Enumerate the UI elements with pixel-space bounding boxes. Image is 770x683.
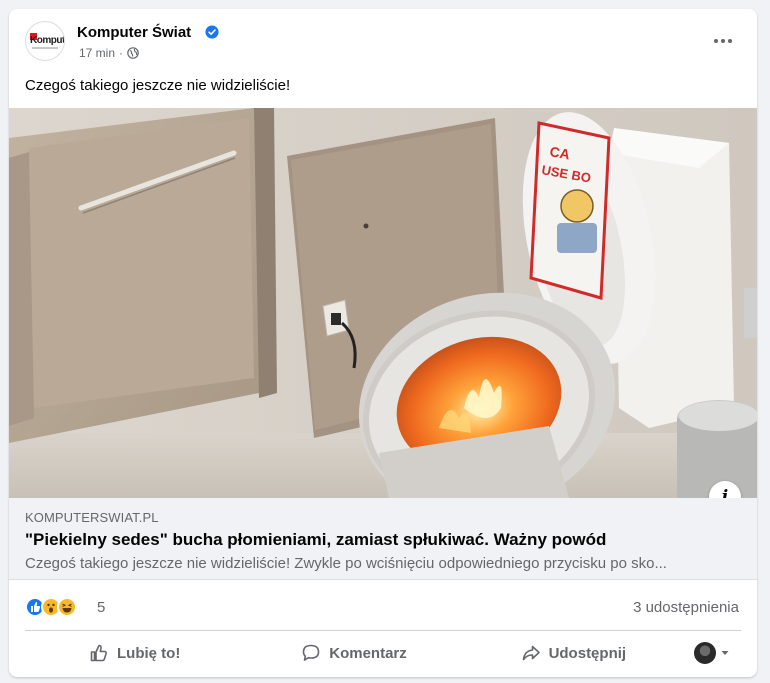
user-avatar xyxy=(693,642,716,664)
more-options-button[interactable] xyxy=(705,27,741,55)
link-description: Czegoś takiego jeszcze nie widzieliście!… xyxy=(25,555,667,572)
actions-divider xyxy=(25,630,741,631)
link-preview[interactable]: KOMPUTERSWIAT.PL "Piekielny sedes" bucha… xyxy=(9,498,757,580)
post-message: Czegoś takiego jeszcze nie widzieliście! xyxy=(25,77,291,94)
reaction-icons[interactable] xyxy=(25,597,77,617)
post-meta: 17 min · xyxy=(79,46,139,60)
post-header: Komputer Komputer Świat 17 min · xyxy=(9,9,757,73)
post-as-selector[interactable] xyxy=(683,635,741,671)
caret-down-icon xyxy=(721,651,729,655)
comment-label: Komentarz xyxy=(329,644,407,662)
verified-badge-icon xyxy=(205,25,219,39)
comment-icon xyxy=(302,644,320,661)
toilet-fire-photo: CA USE BO xyxy=(9,108,757,498)
action-bar: Lubię to! Komentarz Udostępnij xyxy=(25,633,741,673)
logo-text: Komputer xyxy=(30,35,65,46)
share-count[interactable]: 3 udostępnienia xyxy=(633,599,739,616)
more-dots-icon xyxy=(714,39,732,43)
share-label: Udostępnij xyxy=(548,644,627,662)
meta-separator: · xyxy=(119,46,124,60)
thumbs-up-icon xyxy=(90,644,107,662)
link-title[interactable]: "Piekielny sedes" bucha płomieniami, zam… xyxy=(25,530,606,550)
post-stats: 5 3 udostępnienia xyxy=(9,588,757,628)
page-name[interactable]: Komputer Świat xyxy=(77,24,191,41)
share-arrow-icon xyxy=(522,645,540,661)
post-image[interactable]: CA USE BO xyxy=(9,108,757,498)
post-card: Komputer Komputer Świat 17 min · Czegoś … xyxy=(9,9,757,677)
like-label: Lubię to! xyxy=(117,644,181,662)
post-time[interactable]: 17 min xyxy=(79,46,115,60)
share-button[interactable]: Udostępnij xyxy=(464,635,683,671)
logo-underline xyxy=(32,47,58,49)
page-avatar[interactable]: Komputer xyxy=(25,21,65,61)
reaction-count[interactable]: 5 xyxy=(97,599,105,616)
haha-icon xyxy=(57,597,77,617)
link-domain: KOMPUTERSWIAT.PL xyxy=(25,510,159,525)
comment-button[interactable]: Komentarz xyxy=(244,635,463,671)
globe-icon[interactable] xyxy=(127,47,139,59)
like-button[interactable]: Lubię to! xyxy=(25,635,244,671)
